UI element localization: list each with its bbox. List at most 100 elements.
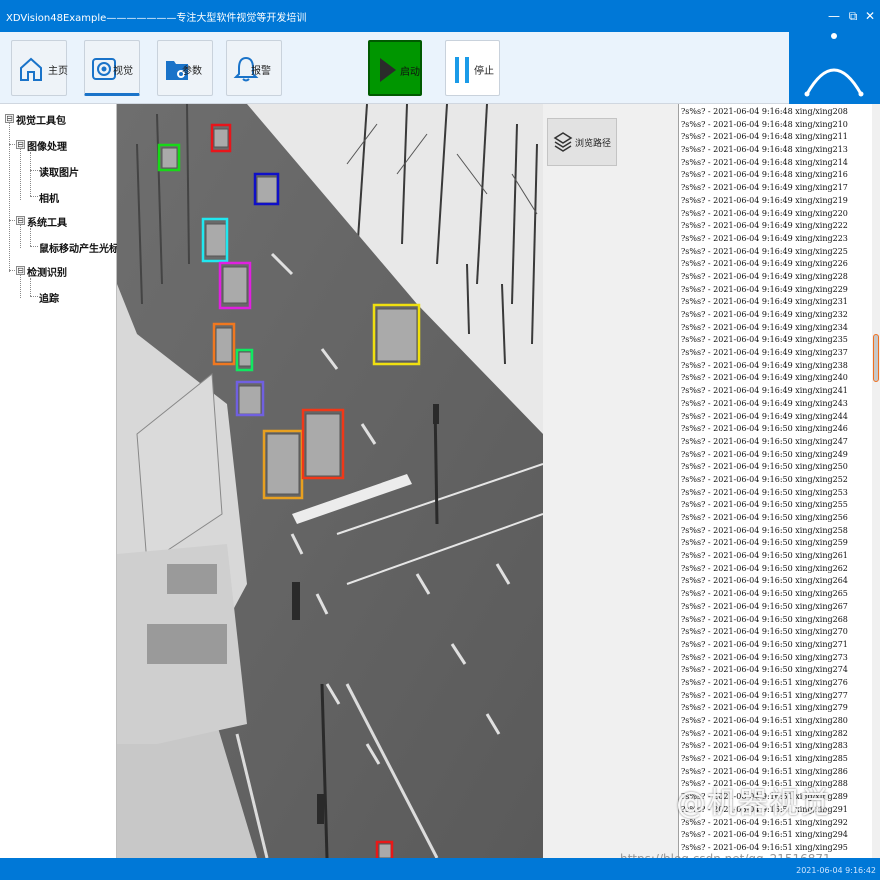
log-line: ?s%s? - 2021-06-04 9:16:50 xing/xing267 (681, 601, 848, 611)
log-line: ?s%s? - 2021-06-04 9:16:48 xing/xing211 (681, 132, 848, 142)
app-logo (789, 32, 880, 104)
restore-button[interactable]: ⧉ (845, 8, 861, 24)
alarm-button-label: 报警 (251, 66, 271, 77)
log-line: ?s%s? - 2021-06-04 9:16:49 xing/xing225 (681, 246, 848, 256)
tree-item-tracking[interactable]: 追踪 (39, 290, 59, 305)
minimize-button[interactable]: — (826, 8, 842, 24)
vision-button[interactable]: 视觉 (84, 40, 140, 96)
start-button-label: 启动 (400, 67, 420, 78)
log-line: ?s%s? - 2021-06-04 9:16:50 xing/xing271 (681, 639, 848, 649)
home-button[interactable]: 主页 (11, 40, 68, 96)
home-button-label: 主页 (48, 66, 68, 77)
tree-item-camera[interactable]: 相机 (39, 190, 59, 205)
stop-button-label: 停止 (474, 66, 494, 77)
log-line: ?s%s? - 2021-06-04 9:16:49 xing/xing238 (681, 360, 848, 370)
log-line: ?s%s? - 2021-06-04 9:16:50 xing/xing274 (681, 665, 848, 675)
log-line: ?s%s? - 2021-06-04 9:16:50 xing/xing252 (681, 474, 848, 484)
log-line: ?s%s? - 2021-06-04 9:16:50 xing/xing273 (681, 652, 848, 662)
log-line: ?s%s? - 2021-06-04 9:16:49 xing/xing229 (681, 284, 848, 294)
toolbar: 主页 视觉 参数 报警 启动 停止 (0, 32, 880, 104)
log-line: ?s%s? - 2021-06-04 9:16:50 xing/xing262 (681, 563, 848, 573)
log-line: ?s%s? - 2021-06-04 9:16:49 xing/xing219 (681, 195, 848, 205)
log-scrollbar[interactable] (872, 104, 880, 858)
log-line: ?s%s? - 2021-06-04 9:16:50 xing/xing250 (681, 462, 848, 472)
log-line: ?s%s? - 2021-06-04 9:16:51 xing/xing283 (681, 741, 848, 751)
log-line: ?s%s? - 2021-06-04 9:16:49 xing/xing234 (681, 322, 848, 332)
close-button[interactable]: ✕ (862, 8, 878, 24)
stop-button[interactable]: 停止 (445, 40, 500, 96)
log-line: ?s%s? - 2021-06-04 9:16:49 xing/xing241 (681, 386, 848, 396)
log-list[interactable]: ?s%s? - 2021-06-04 9:16:48 xing/xing208?… (678, 104, 880, 858)
log-line: ?s%s? - 2021-06-04 9:16:51 xing/xing277 (681, 690, 848, 700)
tree-item-vision-toolkit[interactable]: 视觉工具包 (16, 112, 66, 127)
log-line: ?s%s? - 2021-06-04 9:16:48 xing/xing210 (681, 119, 848, 129)
app-window: XDVision48Example———————专注大型软件视觉等开发培训 — … (0, 0, 880, 880)
play-icon (380, 58, 396, 82)
log-line: ?s%s? - 2021-06-04 9:16:49 xing/xing228 (681, 271, 848, 281)
log-line: ?s%s? - 2021-06-04 9:16:49 xing/xing223 (681, 233, 848, 243)
log-line: ?s%s? - 2021-06-04 9:16:50 xing/xing253 (681, 487, 848, 497)
browse-path-label: 浏览路径 (575, 139, 612, 149)
log-line: ?s%s? - 2021-06-04 9:16:49 xing/xing222 (681, 221, 848, 231)
tree-expander-detection[interactable]: ⊟ (16, 266, 25, 275)
log-line: ?s%s? - 2021-06-04 9:16:49 xing/xing220 (681, 208, 848, 218)
tool-tree: ⊟ 视觉工具包 ⊟ 图像处理 读取图片 相机 ⊟ 系统工具 鼠标移动产生光标 ⊟… (0, 104, 119, 858)
tree-item-system-tools[interactable]: 系统工具 (27, 214, 67, 229)
traffic-scene-image (117, 104, 543, 858)
log-line: ?s%s? - 2021-06-04 9:16:51 xing/xing294 (681, 830, 848, 840)
log-line: ?s%s? - 2021-06-04 9:16:51 xing/xing282 (681, 728, 848, 738)
arc-logo-icon (804, 33, 864, 97)
log-line: ?s%s? - 2021-06-04 9:16:50 xing/xing247 (681, 436, 848, 446)
title-bar: XDVision48Example———————专注大型软件视觉等开发培训 — … (0, 0, 880, 32)
tree-item-read-image[interactable]: 读取图片 (39, 164, 79, 179)
log-line: ?s%s? - 2021-06-04 9:16:50 xing/xing261 (681, 551, 848, 561)
tree-item-image-processing[interactable]: 图像处理 (27, 138, 67, 153)
log-line: ?s%s? - 2021-06-04 9:16:50 xing/xing255 (681, 500, 848, 510)
watermark-text: @机器视觉 (676, 786, 831, 821)
browse-path-button[interactable]: 浏览路径 (547, 118, 617, 166)
params-button-label: 参数 (182, 66, 202, 77)
log-line: ?s%s? - 2021-06-04 9:16:51 xing/xing279 (681, 703, 848, 713)
log-line: ?s%s? - 2021-06-04 9:16:50 xing/xing258 (681, 525, 848, 535)
alarm-button[interactable]: 报警 (226, 40, 282, 96)
log-line: ?s%s? - 2021-06-04 9:16:49 xing/xing237 (681, 348, 848, 358)
log-line: ?s%s? - 2021-06-04 9:16:49 xing/xing235 (681, 335, 848, 345)
tree-item-mouse-cursor[interactable]: 鼠标移动产生光标 (39, 240, 119, 255)
control-panel: 浏览路径 (543, 104, 678, 858)
log-line: ?s%s? - 2021-06-04 9:16:48 xing/xing208 (681, 107, 848, 116)
layers-icon (553, 132, 573, 152)
log-line: ?s%s? - 2021-06-04 9:16:51 xing/xing286 (681, 766, 848, 776)
log-line: ?s%s? - 2021-06-04 9:16:49 xing/xing217 (681, 183, 848, 193)
log-line: ?s%s? - 2021-06-04 9:16:49 xing/xing243 (681, 398, 848, 408)
tree-expander-image-processing[interactable]: ⊟ (16, 140, 25, 149)
status-time: 2021-06-04 9:16:42 (796, 866, 876, 875)
window-title: XDVision48Example———————专注大型软件视觉等开发培训 (6, 13, 307, 24)
log-line: ?s%s? - 2021-06-04 9:16:51 xing/xing276 (681, 677, 848, 687)
camera-image-view[interactable] (117, 104, 543, 858)
log-line: ?s%s? - 2021-06-04 9:16:50 xing/xing259 (681, 538, 848, 548)
log-line: ?s%s? - 2021-06-04 9:16:50 xing/xing256 (681, 513, 848, 522)
params-button[interactable]: 参数 (157, 40, 213, 96)
log-line: ?s%s? - 2021-06-04 9:16:49 xing/xing232 (681, 310, 848, 319)
log-line: ?s%s? - 2021-06-04 9:16:48 xing/xing213 (681, 145, 848, 155)
log-line: ?s%s? - 2021-06-04 9:16:49 xing/xing231 (681, 297, 848, 307)
log-line: ?s%s? - 2021-06-04 9:16:49 xing/xing240 (681, 373, 848, 383)
log-line: ?s%s? - 2021-06-04 9:16:49 xing/xing244 (681, 411, 848, 421)
log-scroll-thumb[interactable] (873, 334, 879, 382)
log-line: ?s%s? - 2021-06-04 9:16:51 xing/xing285 (681, 754, 848, 764)
log-line: ?s%s? - 2021-06-04 9:16:50 xing/xing246 (681, 424, 848, 434)
log-line: ?s%s? - 2021-06-04 9:16:50 xing/xing249 (681, 449, 848, 459)
tree-expander-vision-toolkit[interactable]: ⊟ (5, 114, 14, 123)
tree-item-detection[interactable]: 检测识别 (27, 264, 67, 279)
log-line: ?s%s? - 2021-06-04 9:16:50 xing/xing264 (681, 576, 848, 586)
log-line: ?s%s? - 2021-06-04 9:16:50 xing/xing265 (681, 589, 848, 599)
status-bar: 2021-06-04 9:16:42 (0, 858, 880, 880)
log-line: ?s%s? - 2021-06-04 9:16:50 xing/xing268 (681, 614, 848, 624)
vision-button-label: 视觉 (113, 66, 133, 77)
start-button[interactable]: 启动 (368, 40, 422, 96)
tree-expander-system-tools[interactable]: ⊟ (16, 216, 25, 225)
log-entries: ?s%s? - 2021-06-04 9:16:48 xing/xing208?… (681, 106, 871, 855)
log-line: ?s%s? - 2021-06-04 9:16:51 xing/xing280 (681, 716, 848, 725)
log-line: ?s%s? - 2021-06-04 9:16:50 xing/xing270 (681, 627, 848, 637)
log-line: ?s%s? - 2021-06-04 9:16:49 xing/xing226 (681, 259, 848, 269)
